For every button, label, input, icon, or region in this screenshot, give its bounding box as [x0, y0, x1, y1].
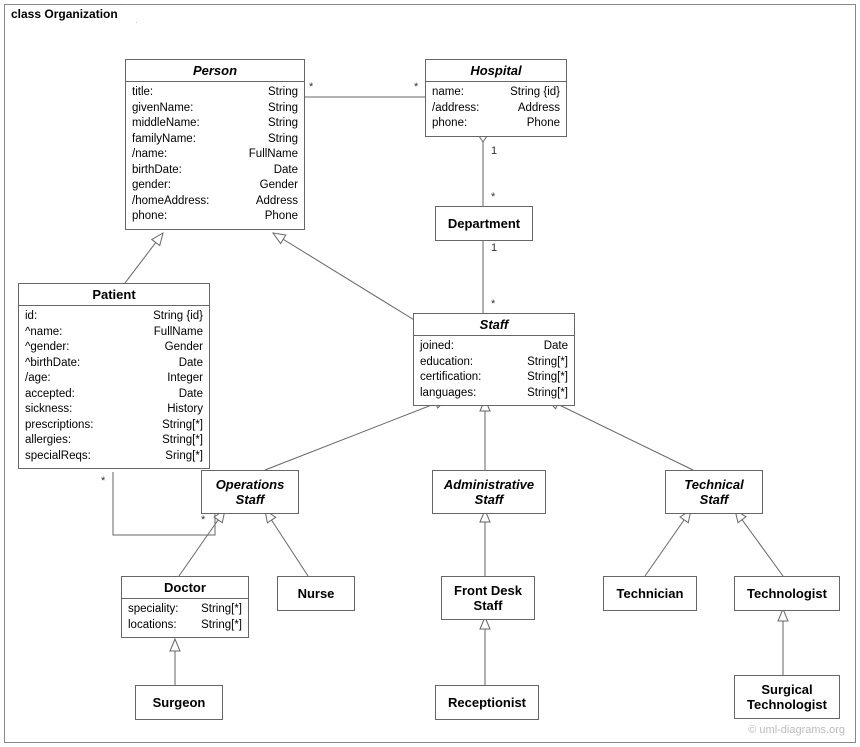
attrs: title:StringgivenName:StringmiddleName:S… [126, 82, 304, 229]
mult-patient-ops-star2: * [201, 514, 205, 526]
attr-row: familyName:String [132, 132, 298, 148]
class-technologist: Technologist [734, 576, 840, 611]
class-name: Department [436, 213, 532, 234]
class-surgeon: Surgeon [135, 685, 223, 720]
attr-row: specialReqs:Sring[*] [25, 449, 203, 465]
attr-row: birthDate:Date [132, 163, 298, 179]
watermark: © uml-diagrams.org [748, 724, 845, 736]
class-name: Hospital [426, 60, 566, 81]
mult-person-side: * [309, 81, 313, 93]
class-surgical-technologist: Surgical Technologist [734, 675, 840, 719]
attr-row: middleName:String [132, 116, 298, 132]
attr-row: phone:Phone [132, 209, 298, 225]
class-staff: Staff joined:Dateeducation:String[*]cert… [413, 313, 575, 406]
attr-row: joined:Date [420, 339, 568, 355]
attr-row: /homeAddress:Address [132, 194, 298, 210]
class-technician: Technician [603, 576, 697, 611]
attr-row: speciality:String[*] [128, 602, 242, 618]
class-name: Front Desk Staff [442, 580, 534, 616]
attr-row: sickness:History [25, 402, 203, 418]
class-name: Nurse [278, 583, 354, 604]
attr-row: phone:Phone [432, 116, 560, 132]
class-name: Doctor [122, 577, 248, 598]
attr-row: gender:Gender [132, 178, 298, 194]
attr-row: languages:String[*] [420, 386, 568, 402]
class-administrative-staff: Administrative Staff [432, 470, 546, 514]
class-name: Staff [414, 314, 574, 335]
class-name: Person [126, 60, 304, 81]
class-name: Patient [19, 284, 209, 305]
class-doctor: Doctor speciality:String[*]locations:Str… [121, 576, 249, 638]
class-hospital: Hospital name:String {id}/address:Addres… [425, 59, 567, 137]
class-name: Surgeon [136, 692, 222, 713]
attr-row: allergies:String[*] [25, 433, 203, 449]
class-name: Technologist [735, 583, 839, 604]
class-nurse: Nurse [277, 576, 355, 611]
mult-hosp-dept-star: * [491, 191, 495, 203]
class-name: Technical Staff [666, 474, 762, 510]
frame-label: class Organization [4, 4, 137, 23]
class-name: Operations Staff [202, 474, 298, 510]
attr-row: /age:Integer [25, 371, 203, 387]
class-name: Administrative Staff [433, 474, 545, 510]
attr-row: accepted:Date [25, 387, 203, 403]
attr-row: ^gender:Gender [25, 340, 203, 356]
attr-row: locations:String[*] [128, 618, 242, 634]
class-person: Person title:StringgivenName:Stringmiddl… [125, 59, 305, 230]
class-name: Technician [604, 583, 696, 604]
mult-dept-staff-star: * [491, 298, 495, 310]
mult-patient-ops-star1: * [101, 475, 105, 487]
class-operations-staff: Operations Staff [201, 470, 299, 514]
attr-row: education:String[*] [420, 355, 568, 371]
attr-row: /address:Address [432, 101, 560, 117]
class-name: Surgical Technologist [735, 679, 839, 715]
attrs: name:String {id}/address:Addressphone:Ph… [426, 82, 566, 136]
attrs: joined:Dateeducation:String[*]certificat… [414, 336, 574, 405]
class-technical-staff: Technical Staff [665, 470, 763, 514]
attr-row: title:String [132, 85, 298, 101]
class-department: Department [435, 206, 533, 241]
mult-hospital-side: * [414, 81, 418, 93]
mult-hosp-dept-1: 1 [491, 145, 497, 157]
class-patient: Patient id:String {id}^name:FullName^gen… [18, 283, 210, 469]
class-front-desk-staff: Front Desk Staff [441, 576, 535, 620]
attr-row: ^birthDate:Date [25, 356, 203, 372]
attrs: id:String {id}^name:FullName^gender:Gend… [19, 306, 209, 468]
class-name: Receptionist [436, 692, 538, 713]
attr-row: ^name:FullName [25, 325, 203, 341]
mult-dept-staff-1: 1 [491, 242, 497, 254]
attr-row: id:String {id} [25, 309, 203, 325]
attr-row: /name:FullName [132, 147, 298, 163]
attr-row: certification:String[*] [420, 370, 568, 386]
attr-row: name:String {id} [432, 85, 560, 101]
attr-row: givenName:String [132, 101, 298, 117]
class-receptionist: Receptionist [435, 685, 539, 720]
attr-row: prescriptions:String[*] [25, 418, 203, 434]
package-frame: class Organization [4, 4, 856, 743]
attrs: speciality:String[*]locations:String[*] [122, 599, 248, 637]
